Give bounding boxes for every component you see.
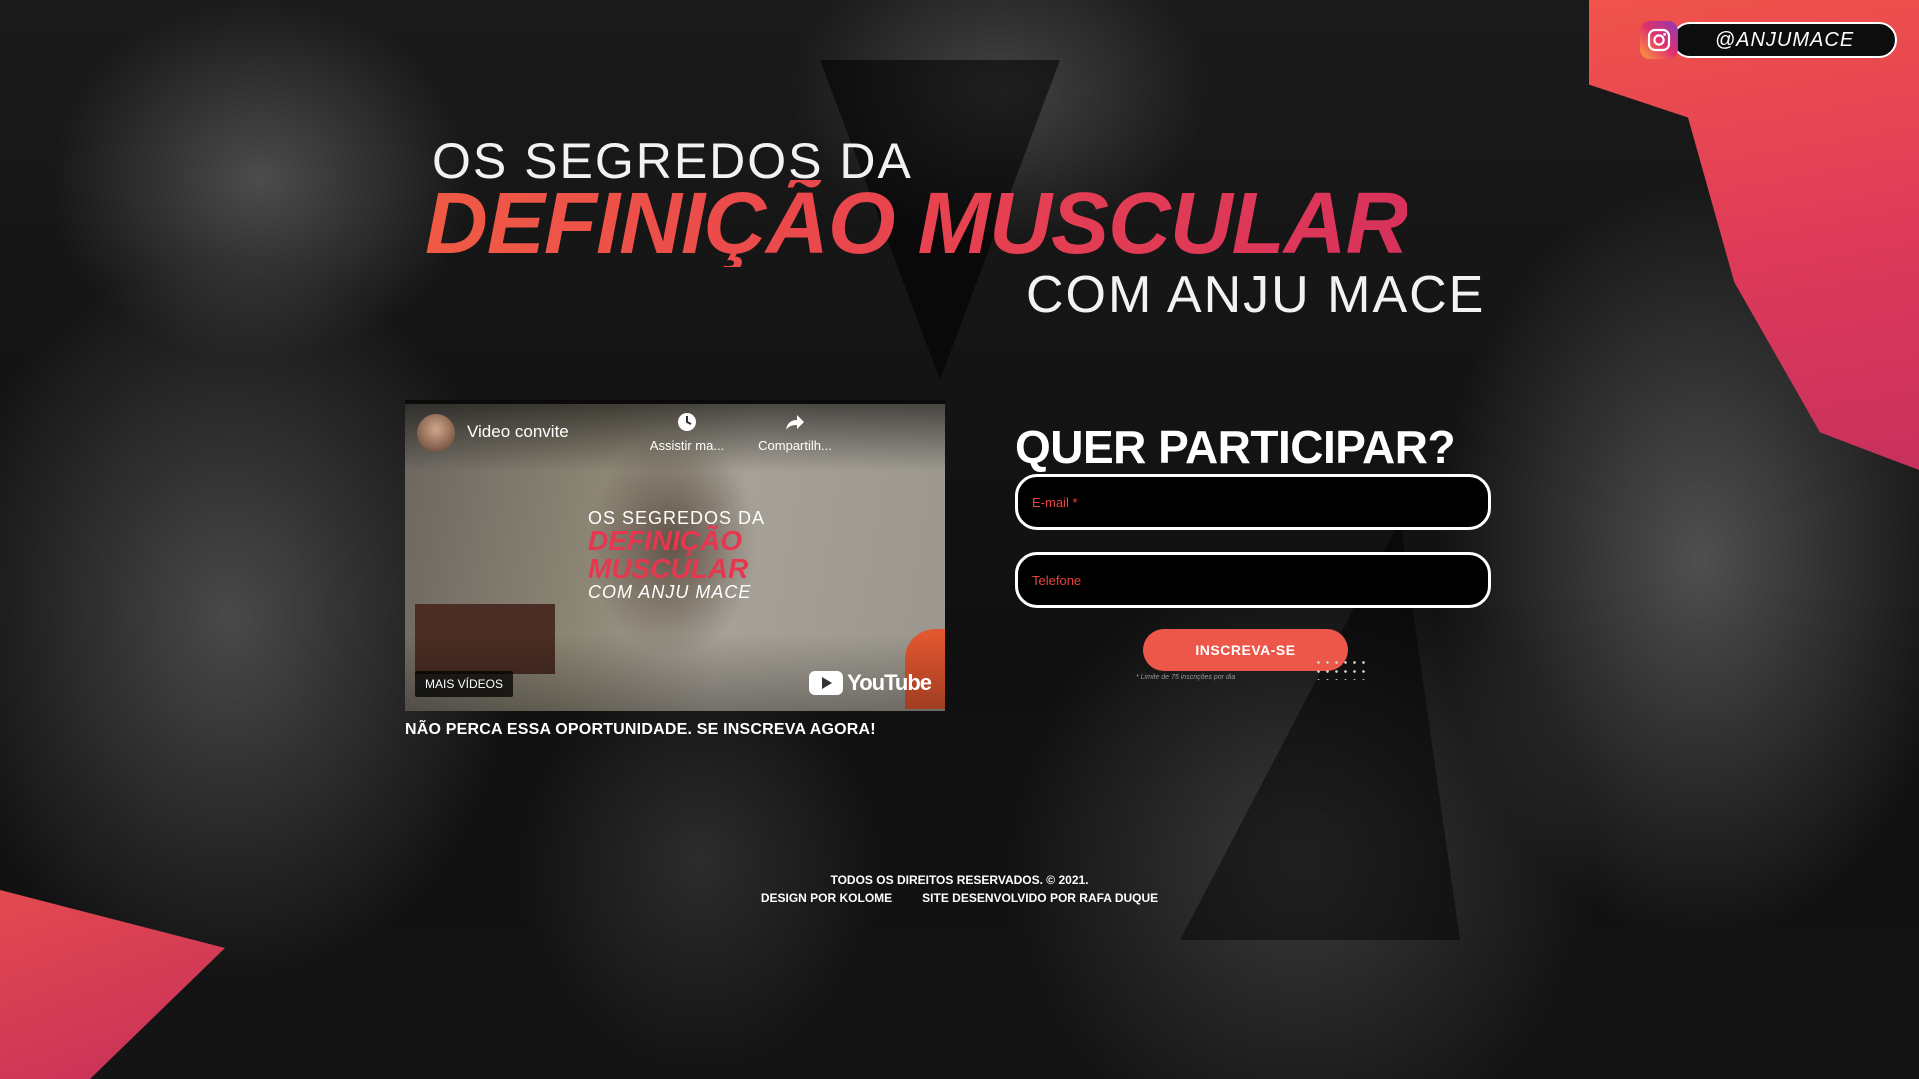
video-player[interactable]: Video convite Assistir ma... Compartilh.… (405, 400, 945, 711)
more-videos-button[interactable]: MAIS VÍDEOS (415, 671, 514, 697)
channel-avatar[interactable] (417, 414, 455, 452)
limit-note: * Limite de 75 inscrições por dia (1136, 674, 1236, 681)
share-button[interactable]: Compartilh... (750, 412, 840, 453)
video-title[interactable]: Video convite (467, 422, 569, 442)
video-overlay-mid1: DEFINIÇÃO (588, 525, 742, 556)
instagram-icon (1640, 21, 1678, 59)
youtube-wordmark: YouTube (847, 670, 932, 695)
footer-credits: DESIGN POR KOLOME SITE DESENVOLVIDO POR … (0, 891, 1919, 905)
video-overlay-bottom: COM ANJU MACE (588, 582, 752, 602)
footer-copyright: TODOS OS DIREITOS RESERVADOS. © 2021. (830, 873, 1089, 887)
video-overlay-mid2: MUSCULAR (588, 553, 749, 584)
cta-text: NÃO PERCA ESSA OPORTUNIDADE. SE INSCREVA… (405, 721, 876, 738)
email-field[interactable] (1015, 474, 1491, 530)
youtube-logo[interactable]: YouTube (809, 670, 932, 696)
decorative-dots (1314, 658, 1368, 680)
youtube-play-icon (809, 671, 844, 695)
form-title: QUER PARTICIPAR? (1015, 421, 1456, 473)
footer-dev-credit[interactable]: SITE DESENVOLVIDO POR RAFA DUQUE (922, 891, 1158, 905)
clock-icon (642, 412, 732, 438)
headline-main: DEFINIÇÃO MUSCULAR (425, 175, 1408, 272)
phone-field[interactable] (1015, 552, 1491, 608)
share-label: Compartilh... (758, 438, 832, 453)
watch-later-button[interactable]: Assistir ma... (642, 412, 732, 453)
instagram-handle: @ANJUMACE (1672, 22, 1897, 58)
instagram-link[interactable]: @ANJUMACE (1640, 21, 1897, 59)
headline-bottom: COM ANJU MACE (1026, 266, 1486, 324)
video-overlay-title: OS SEGREDOS DA DEFINIÇÃO MUSCULAR COM AN… (588, 509, 765, 601)
footer-design-credit[interactable]: DESIGN POR KOLOME (761, 891, 892, 905)
watch-later-label: Assistir ma... (649, 438, 725, 453)
share-icon (750, 412, 840, 438)
